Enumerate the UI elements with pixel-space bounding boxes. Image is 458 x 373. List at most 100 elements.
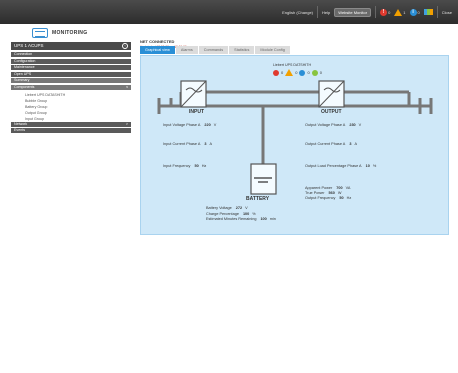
rectifier-icon <box>180 80 207 108</box>
reading-label: Estimated Minutes Remaining <box>206 217 257 221</box>
nav-connection[interactable]: Connection <box>11 52 131 57</box>
monitor-logo-icon <box>32 28 48 38</box>
reading-unit: V <box>245 206 248 210</box>
divider <box>436 6 438 18</box>
nav-configuration[interactable]: Configuration <box>11 58 131 64</box>
nav-summary[interactable]: Summary <box>11 78 131 84</box>
reading-label: Output Frequency <box>305 196 336 200</box>
device-selector[interactable]: UPS 1 ACUPS ‹ <box>11 42 131 50</box>
collapse-icon[interactable]: ‹ <box>122 43 128 49</box>
reading-value: 100 <box>242 211 250 216</box>
reading-unit: V <box>358 123 362 127</box>
warning-count: 1 <box>403 9 406 15</box>
output-frequency-reading: Output Frequency 50 Hz <box>305 196 351 201</box>
reading-value: 560 <box>328 191 335 195</box>
reading-label: Input Frequency <box>163 164 191 168</box>
page-title: NET CONNECTED <box>140 39 175 44</box>
reading-value: 100 <box>260 217 267 221</box>
output-voltage-reading: Output Voltage Phase A 230 V <box>305 123 361 127</box>
help-link[interactable]: Help <box>322 10 330 15</box>
output-power-readings: Apparent Power 700 VA True Power 560 W Outpu… <box>305 186 351 201</box>
reading-label: Output Load Percentage Phase A <box>305 164 362 168</box>
reading-value: 10 <box>365 164 370 168</box>
top-bar-controls: English (Change) Help Website Monitor ! … <box>282 0 452 24</box>
reading-unit: Hz <box>201 164 207 168</box>
chevron-down-icon: v <box>126 84 128 89</box>
divider <box>375 6 377 18</box>
reading-label: Battery Voltage <box>206 206 232 210</box>
ups-diagram-panel: Liebert UPS DATSHITH 0 0 0 0 INPUT OUTPU… <box>140 55 449 235</box>
reading-label: Apparent Power <box>305 186 333 190</box>
info-alarm-badge[interactable]: i 0 <box>409 8 420 16</box>
warning-alarm-badge[interactable]: 1 <box>394 8 406 16</box>
reading-unit: V <box>213 123 217 127</box>
output-load-reading: Output Load Percentage Phase A 10% <box>305 164 376 168</box>
warning-icon <box>394 8 403 16</box>
nav-events[interactable]: Events <box>11 128 131 134</box>
nav-label: Events <box>14 128 25 133</box>
reading-value: 50 <box>339 196 344 200</box>
tab-statistics[interactable]: Statistics <box>229 46 255 54</box>
reading-unit: W <box>337 191 342 195</box>
reading-label: True Power <box>305 191 325 195</box>
reading-unit: VA <box>345 186 351 190</box>
battery-icon <box>250 163 277 195</box>
tab-graphical-view[interactable]: Graphical view <box>140 46 175 54</box>
reading-label: Charge Percentage <box>206 211 239 216</box>
reading-value: 50 <box>194 164 199 168</box>
nav-label: Summary <box>14 78 30 83</box>
tab-module-config[interactable]: Module Config <box>255 46 290 54</box>
reading-unit: % <box>372 164 377 168</box>
input-current-reading: Input Current Phase A3A <box>163 142 212 146</box>
reading-label: Input Voltage Phase A <box>163 123 201 127</box>
nav-label: Components <box>14 84 35 89</box>
app-title: MONITORING <box>52 30 88 36</box>
apps-grid-icon[interactable] <box>423 9 433 15</box>
tab-commands[interactable]: Commands <box>198 46 229 54</box>
info-icon: i <box>409 8 417 16</box>
reading-unit: A <box>209 142 213 146</box>
reading-label: Output Voltage Phase A <box>305 123 346 127</box>
critical-count: 0 <box>388 9 391 15</box>
user-button[interactable]: Website Monitor <box>334 7 372 17</box>
input-frequency-reading: Input Frequency 50 Hz <box>163 164 206 168</box>
input-voltage-reading: Input Voltage Phase A 220 V <box>163 123 216 127</box>
nav-components[interactable]: Components v <box>11 84 131 90</box>
reading-label: Input Current Phase A <box>163 142 201 146</box>
critical-alarm-badge[interactable]: ! 0 <box>380 8 391 16</box>
power-flow-diagram <box>157 80 433 195</box>
output-current-reading: Output Current Phase A3A <box>305 142 357 146</box>
nav-label: Configuration <box>14 58 36 63</box>
info-count: 0 <box>417 9 420 15</box>
reading-label: Output Current Phase A <box>305 142 346 146</box>
inverter-icon <box>318 80 345 108</box>
reading-unit: % <box>252 211 256 216</box>
close-link[interactable]: Close <box>442 10 452 15</box>
nav-maintenance[interactable]: Maintenance <box>11 65 131 71</box>
tab-bar: Graphical view Alarms Commands Statistic… <box>140 46 449 54</box>
chevron-right-icon: > <box>125 121 128 126</box>
nav-open-ups[interactable]: Open UPS <box>11 71 131 77</box>
battery-readings: Battery Voltage 272 V Charge Percentage 100… <box>206 206 276 223</box>
input-label: INPUT <box>189 109 204 115</box>
output-label: OUTPUT <box>321 109 342 115</box>
language-link[interactable]: English (Change) <box>282 10 313 15</box>
critical-icon: ! <box>380 8 388 16</box>
nav-label: Network <box>14 121 28 126</box>
sidebar: UPS 1 ACUPS ‹ Connection Configuration M… <box>11 42 131 135</box>
reading-value: 230 <box>349 123 356 127</box>
reading-unit: A <box>354 142 357 146</box>
top-bar: English (Change) Help Website Monitor ! … <box>0 0 458 24</box>
nav-label: Open UPS <box>14 71 32 76</box>
runtime-reading: Estimated Minutes Remaining 100 min <box>206 217 276 223</box>
reading-value: 272 <box>235 206 243 210</box>
reading-unit: min <box>269 217 276 221</box>
reading-value: 3 <box>349 142 352 146</box>
nav-label: Connection <box>14 52 33 56</box>
nav-network[interactable]: Network > <box>11 121 131 127</box>
reading-unit: Hz <box>346 196 352 200</box>
reading-value: 700 <box>336 186 343 190</box>
device-label: UPS 1 ACUPS <box>14 43 44 48</box>
tab-alarms[interactable]: Alarms <box>175 46 198 54</box>
reading-value: 220 <box>204 123 211 127</box>
